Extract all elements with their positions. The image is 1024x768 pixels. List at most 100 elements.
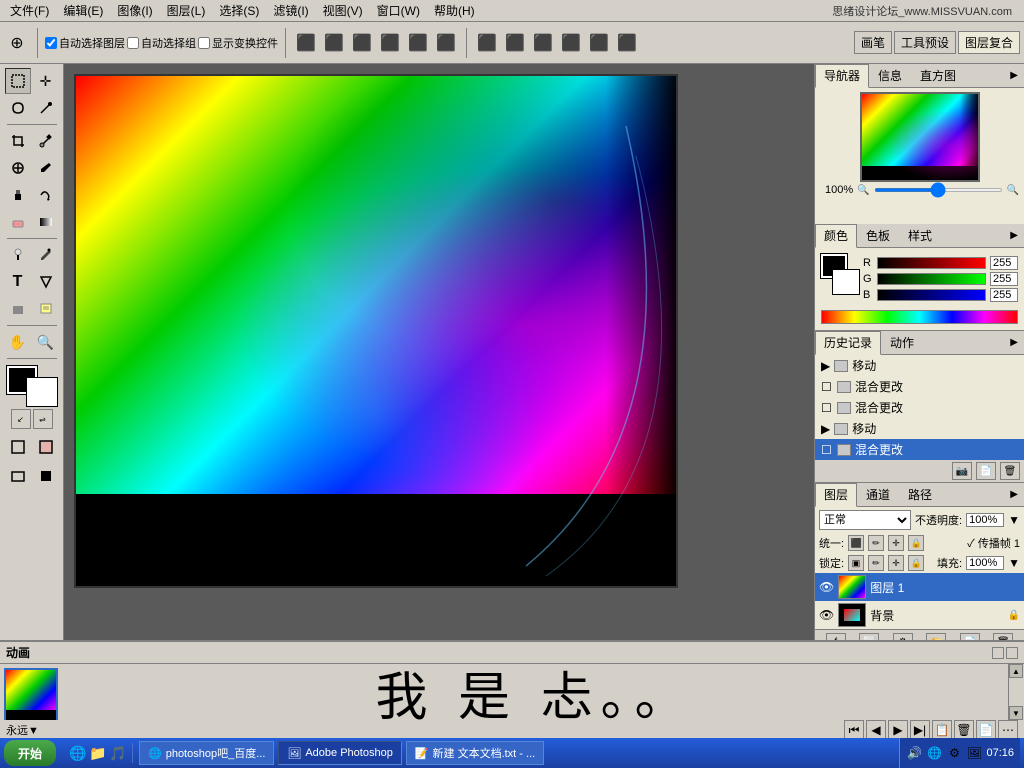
show-transform-check[interactable]: 显示变换控件 bbox=[198, 35, 278, 51]
anim-scroll-down[interactable]: ▼ bbox=[1009, 706, 1023, 720]
history-item-4[interactable]: ▶ 移动 bbox=[815, 418, 1024, 439]
fill-arrow[interactable]: ▼ bbox=[1008, 556, 1020, 570]
history-tab[interactable]: 历史记录 bbox=[815, 331, 881, 355]
fill-lock-transparent[interactable]: ▣ bbox=[848, 555, 864, 571]
standard-mode-btn[interactable] bbox=[5, 434, 31, 460]
canvas-container[interactable] bbox=[64, 64, 814, 640]
tray-icon-2[interactable]: 🌐 bbox=[926, 745, 942, 761]
text-tool[interactable]: T bbox=[5, 269, 31, 295]
notes-tool[interactable] bbox=[33, 296, 59, 322]
taskbar-app-3[interactable]: 📝 新建 文本文档.txt - ... bbox=[406, 741, 544, 765]
anim-next-btn[interactable]: ▶| bbox=[910, 720, 930, 740]
animation-frame-1[interactable] bbox=[4, 668, 58, 720]
menu-image[interactable]: 图像(I) bbox=[111, 0, 158, 21]
path-select-tool[interactable] bbox=[33, 269, 59, 295]
anim-delete-btn[interactable]: 🗑 bbox=[954, 720, 974, 740]
history-item-3[interactable]: ☐ 混合更改 bbox=[815, 397, 1024, 418]
swatches-tab[interactable]: 色板 bbox=[857, 224, 899, 247]
navigator-options[interactable]: ▶ bbox=[1008, 70, 1020, 81]
layer-mask-btn[interactable]: ⬜ bbox=[859, 633, 879, 640]
ie-icon[interactable]: 🌐 bbox=[70, 745, 86, 761]
taskbar-app-2[interactable]: 🖼 Adobe Photoshop bbox=[278, 741, 401, 765]
history-options[interactable]: ▶ bbox=[1008, 337, 1020, 348]
menu-window[interactable]: 窗口(W) bbox=[371, 0, 426, 21]
media-icon[interactable]: 🎵 bbox=[110, 745, 126, 761]
bg-swatch[interactable] bbox=[833, 270, 859, 294]
menu-layer[interactable]: 图层(L) bbox=[161, 0, 212, 21]
anim-copy-btn[interactable]: 📋 bbox=[932, 720, 952, 740]
eraser-tool[interactable] bbox=[5, 209, 31, 235]
history-item-1[interactable]: ▶ 移动 bbox=[815, 355, 1024, 376]
layer-row-1[interactable]: 👁 图层 1 bbox=[815, 573, 1024, 601]
menu-file[interactable]: 文件(F) bbox=[4, 0, 55, 21]
history-item-5[interactable]: ☐ 混合更改 bbox=[815, 439, 1024, 460]
dodge-tool[interactable] bbox=[5, 242, 31, 268]
histogram-tab[interactable]: 直方图 bbox=[911, 64, 965, 87]
anim-scroll-up[interactable]: ▲ bbox=[1009, 664, 1023, 678]
magic-wand-tool[interactable] bbox=[33, 95, 59, 121]
align-center-btn[interactable]: ⬛ bbox=[321, 30, 347, 56]
actions-tab[interactable]: 动作 bbox=[881, 331, 923, 354]
tray-icon-4[interactable]: 🖼 bbox=[966, 745, 982, 761]
lock-all-btn[interactable]: 🔒 bbox=[908, 535, 924, 551]
color-tab[interactable]: 颜色 bbox=[815, 224, 857, 248]
background-color[interactable] bbox=[27, 378, 57, 406]
color-options[interactable]: ▶ bbox=[1008, 230, 1020, 241]
marquee-tool[interactable] bbox=[5, 68, 31, 94]
history-delete-btn[interactable]: 🗑 bbox=[1000, 462, 1020, 480]
anim-new-btn[interactable]: 📄 bbox=[976, 720, 996, 740]
move-tool[interactable]: ✛ bbox=[33, 68, 59, 94]
fill-input[interactable] bbox=[966, 556, 1004, 570]
layer-comps-tab[interactable]: 图层复合 bbox=[958, 31, 1020, 54]
paths-tab[interactable]: 路径 bbox=[899, 483, 941, 506]
fill-lock-image[interactable]: ✏ bbox=[868, 555, 884, 571]
history-snapshot-btn[interactable]: 📷 bbox=[952, 462, 972, 480]
dist3-btn[interactable]: ⬛ bbox=[530, 30, 556, 56]
g-value-input[interactable] bbox=[990, 272, 1018, 286]
b-value-input[interactable] bbox=[990, 288, 1018, 302]
layer-adjustment-btn[interactable]: ⚙ bbox=[893, 633, 913, 640]
start-button[interactable]: 开始 bbox=[4, 740, 56, 766]
tray-icon-1[interactable]: 🔊 bbox=[906, 745, 922, 761]
anim-rewind-btn[interactable]: ⏮ bbox=[844, 720, 864, 740]
brush-tool[interactable] bbox=[33, 155, 59, 181]
dist4-btn[interactable]: ⬛ bbox=[558, 30, 584, 56]
menu-help[interactable]: 帮助(H) bbox=[428, 0, 481, 21]
shape-tool[interactable] bbox=[5, 296, 31, 322]
layer-row-background[interactable]: 👁 背景 🔒 bbox=[815, 601, 1024, 629]
align-left-btn[interactable]: ⬛ bbox=[293, 30, 319, 56]
anim-close-btn[interactable] bbox=[1006, 647, 1018, 659]
pen-tool[interactable] bbox=[33, 242, 59, 268]
layer-eye-1[interactable]: 👁 bbox=[819, 580, 834, 594]
layer-style-btn[interactable]: f bbox=[826, 633, 846, 640]
menu-edit[interactable]: 编辑(E) bbox=[57, 0, 109, 21]
blend-mode-select[interactable]: 正常 bbox=[819, 510, 911, 530]
r-value-input[interactable] bbox=[990, 256, 1018, 270]
auto-select-layer-check[interactable]: 自动选择图层 bbox=[45, 35, 125, 51]
history-new-doc-btn[interactable]: 📄 bbox=[976, 462, 996, 480]
history-item-2[interactable]: ☐ 混合更改 bbox=[815, 376, 1024, 397]
zoom-tool[interactable]: 🔍 bbox=[33, 329, 59, 355]
crop-tool[interactable] bbox=[5, 128, 31, 154]
fullscreen-btn[interactable] bbox=[33, 463, 59, 489]
layers-tab[interactable]: 图层 bbox=[815, 483, 857, 507]
hand-tool[interactable]: ✋ bbox=[5, 329, 31, 355]
dist5-btn[interactable]: ⬛ bbox=[586, 30, 612, 56]
opacity-arrow[interactable]: ▼ bbox=[1008, 513, 1020, 527]
menu-select[interactable]: 选择(S) bbox=[213, 0, 265, 21]
zoom-in-icon[interactable]: 🔍 bbox=[1007, 185, 1019, 196]
stamp-tool[interactable] bbox=[5, 182, 31, 208]
info-tab[interactable]: 信息 bbox=[869, 64, 911, 87]
quick-mask-btn[interactable] bbox=[33, 434, 59, 460]
navigator-preview[interactable] bbox=[860, 92, 980, 182]
color-spectrum-bar[interactable] bbox=[821, 310, 1018, 324]
dist6-btn[interactable]: ⬛ bbox=[614, 30, 640, 56]
lasso-tool[interactable] bbox=[5, 95, 31, 121]
fill-lock-position[interactable]: ✛ bbox=[888, 555, 904, 571]
menu-view[interactable]: 视图(V) bbox=[317, 0, 369, 21]
zoom-slider[interactable] bbox=[874, 188, 1003, 192]
layer-group-btn[interactable]: 📁 bbox=[926, 633, 946, 640]
anim-minimize-btn[interactable] bbox=[992, 647, 1004, 659]
layers-options[interactable]: ▶ bbox=[1008, 489, 1020, 500]
opacity-input[interactable] bbox=[966, 513, 1004, 527]
